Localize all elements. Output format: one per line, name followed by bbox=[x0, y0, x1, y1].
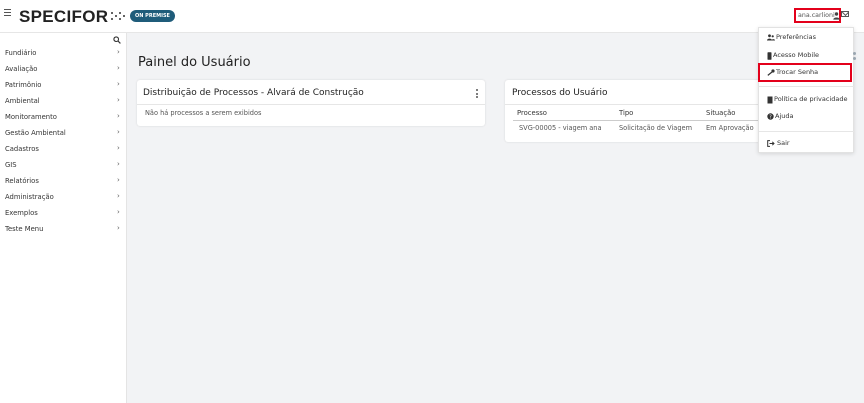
card-divider bbox=[505, 104, 765, 105]
menu-divider bbox=[759, 131, 855, 132]
column-header[interactable]: Tipo bbox=[619, 109, 633, 117]
chevron-right-icon: › bbox=[117, 80, 120, 88]
sidebar-item-label: Patrimônio bbox=[5, 81, 42, 89]
sidebar-item-label: Avaliação bbox=[5, 65, 38, 73]
card-title: Processos do Usuário bbox=[512, 88, 608, 98]
sidebar-item-monitoramento[interactable]: Monitoramento › bbox=[0, 110, 127, 126]
chevron-right-icon: › bbox=[117, 224, 120, 232]
empty-state-text: Não há processos a serem exibidos bbox=[145, 109, 262, 117]
chevron-right-icon: › bbox=[117, 160, 120, 168]
logo-text: SPECIFOR bbox=[19, 7, 109, 26]
sidebar-item-gestao-ambiental[interactable]: Gestão Ambiental › bbox=[0, 126, 127, 142]
table-header-divider bbox=[513, 120, 765, 121]
menu-item-ajuda[interactable]: ? Ajuda bbox=[759, 110, 855, 124]
sidebar: Fundiário › Avaliação › Patrimônio › Amb… bbox=[0, 33, 127, 403]
menu-item-label: Acesso Mobile bbox=[773, 51, 820, 59]
sidebar-item-administracao[interactable]: Administração › bbox=[0, 190, 127, 206]
sidebar-item-label: Fundiário bbox=[5, 49, 37, 57]
envelope-icon[interactable] bbox=[841, 11, 849, 17]
user-name: ana.carlioni bbox=[798, 12, 835, 19]
chevron-right-icon: › bbox=[117, 64, 120, 72]
user-menu-toggle[interactable]: ana.carlioni bbox=[794, 8, 841, 23]
sidebar-item-fundiario[interactable]: Fundiário › bbox=[0, 46, 127, 62]
sidebar-item-avaliacao[interactable]: Avaliação › bbox=[0, 62, 127, 78]
sidebar-item-label: Exemplos bbox=[5, 209, 38, 217]
chevron-right-icon: › bbox=[117, 48, 120, 56]
menu-divider bbox=[759, 86, 855, 87]
kebab-menu-icon[interactable] bbox=[476, 89, 479, 99]
menu-item-label: Preferências bbox=[776, 33, 817, 41]
sidebar-item-label: Gestão Ambiental bbox=[5, 129, 66, 137]
menu-item-label: Política de privacidade bbox=[774, 95, 848, 103]
top-header: SPECIFOR ON PREMISE ana.carlioni bbox=[0, 0, 864, 33]
menu-item-label: Sair bbox=[777, 139, 790, 147]
chevron-right-icon: › bbox=[117, 192, 120, 200]
menu-item-label: Ajuda bbox=[775, 112, 794, 120]
chevron-right-icon: › bbox=[117, 208, 120, 216]
column-header[interactable]: Processo bbox=[517, 109, 547, 117]
sidebar-item-label: Ambiental bbox=[5, 97, 40, 105]
menu-item-preferencias[interactable]: Preferências bbox=[759, 31, 855, 45]
sidebar-item-label: Cadastros bbox=[5, 145, 39, 153]
menu-item-politica-privacidade[interactable]: Política de privacidade bbox=[759, 93, 855, 107]
chevron-right-icon: › bbox=[117, 144, 120, 152]
search-icon[interactable] bbox=[113, 36, 121, 44]
question-icon: ? bbox=[767, 113, 775, 121]
sidebar-item-gis[interactable]: GIS › bbox=[0, 158, 127, 174]
menu-item-sair[interactable]: Sair bbox=[759, 137, 855, 151]
chevron-right-icon: › bbox=[117, 176, 120, 184]
sidebar-item-teste-menu[interactable]: Teste Menu › bbox=[0, 222, 127, 238]
sidebar-item-label: Monitoramento bbox=[5, 113, 57, 121]
distribution-card: Distribuição de Processos - Alvará de Co… bbox=[137, 80, 485, 126]
users-icon bbox=[767, 34, 775, 42]
page-title: Painel do Usuário bbox=[138, 55, 251, 70]
menu-icon[interactable] bbox=[4, 9, 12, 19]
table-cell[interactable]: Solicitação de Viagem bbox=[619, 124, 692, 132]
sidebar-item-label: Teste Menu bbox=[5, 225, 44, 233]
column-header[interactable]: Situação bbox=[706, 109, 735, 117]
sidebar-item-patrimonio[interactable]: Patrimônio › bbox=[0, 78, 127, 94]
chevron-right-icon: › bbox=[117, 96, 120, 104]
user-processes-card: Processos do Usuário Processo Tipo Situa… bbox=[505, 80, 765, 142]
user-dropdown-menu: Preferências Acesso Mobile Trocar Senha … bbox=[758, 27, 855, 153]
sidebar-item-label: Administração bbox=[5, 193, 54, 201]
chevron-right-icon: › bbox=[117, 128, 120, 136]
menu-item-acesso-mobile[interactable]: Acesso Mobile bbox=[759, 49, 855, 63]
sidebar-item-cadastros[interactable]: Cadastros › bbox=[0, 142, 127, 158]
user-icon bbox=[833, 12, 840, 20]
card-title: Distribuição de Processos - Alvará de Co… bbox=[143, 88, 364, 98]
environment-badge: ON PREMISE bbox=[130, 10, 175, 22]
table-cell[interactable]: SVG-00005 - viagem ana bbox=[519, 124, 602, 132]
scroll-indicator-icon[interactable] bbox=[853, 52, 857, 64]
sidebar-item-label: Relatórios bbox=[5, 177, 39, 185]
highlight-frame bbox=[758, 63, 852, 82]
logo-dots-icon bbox=[111, 11, 127, 21]
sidebar-item-exemplos[interactable]: Exemplos › bbox=[0, 206, 127, 222]
sidebar-item-ambiental[interactable]: Ambiental › bbox=[0, 94, 127, 110]
logout-icon bbox=[767, 140, 775, 148]
svg-text:?: ? bbox=[769, 115, 772, 120]
sidebar-item-label: GIS bbox=[5, 161, 17, 169]
table-cell[interactable]: Em Aprovação bbox=[706, 124, 754, 132]
sidebar-item-relatorios[interactable]: Relatórios › bbox=[0, 174, 127, 190]
card-divider bbox=[137, 104, 485, 105]
chevron-right-icon: › bbox=[117, 112, 120, 120]
